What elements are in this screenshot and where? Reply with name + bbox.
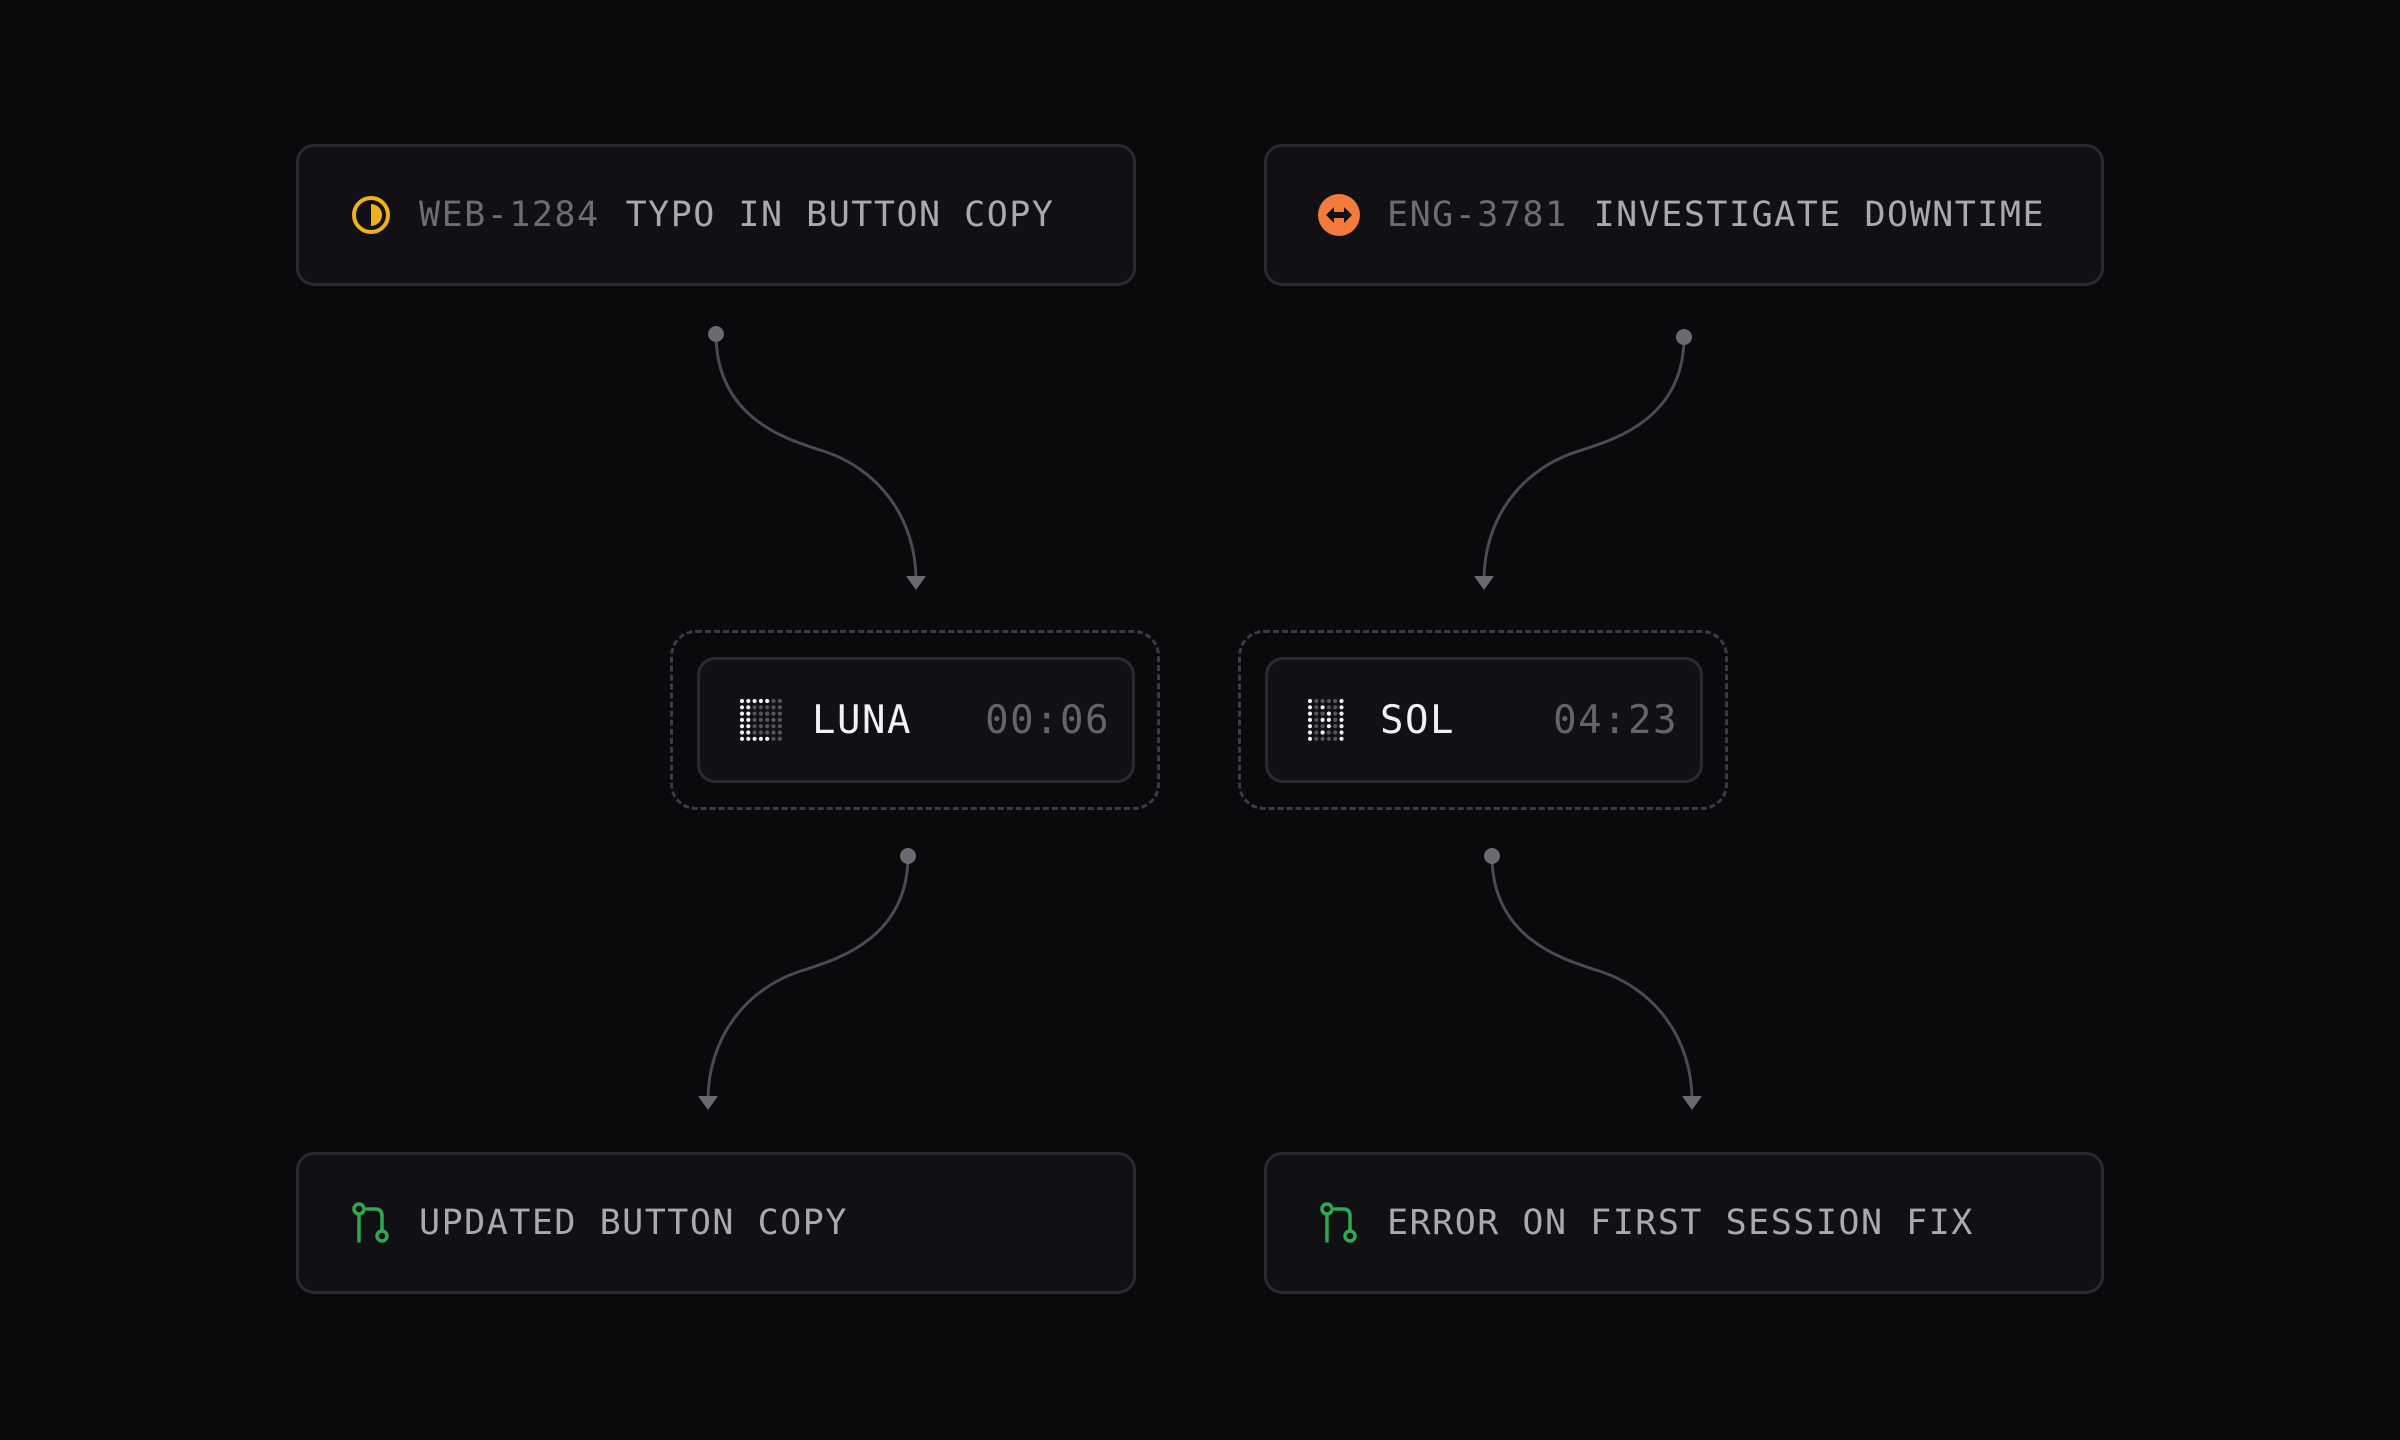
issue-card-eng-3781[interactable]: ENG-3781 INVESTIGATE DOWNTIME (1264, 144, 2104, 286)
issue-card-web-1284[interactable]: WEB-1284 TYPO IN BUTTON COPY (296, 144, 1136, 286)
agent-frame-sol: SOL 04:23 (1238, 630, 1728, 810)
agent-frame-luna: LUNA 00:06 (670, 630, 1160, 810)
pull-request-icon (1320, 1202, 1357, 1243)
agent-timer: 04:23 (1553, 697, 1678, 743)
connector-arrowhead (1474, 576, 1494, 590)
connector-start-dot (1676, 329, 1692, 345)
issue-code: WEB-1284 (419, 195, 600, 235)
dot-matrix-l-icon (739, 698, 782, 741)
connector-start-dot (1484, 848, 1500, 864)
pull-request-icon (352, 1202, 389, 1243)
connector-arrowhead (698, 1096, 718, 1110)
pull-request-card-1[interactable]: UPDATED BUTTON COPY (296, 1152, 1136, 1294)
agent-timer: 00:06 (985, 697, 1110, 743)
connector-luna-to-pr1 (706, 855, 910, 1101)
urgent-priority-icon (1318, 194, 1360, 236)
agent-card-luna[interactable]: LUNA 00:06 (697, 657, 1135, 783)
dot-matrix-s-icon (1307, 698, 1344, 741)
issue-title: INVESTIGATE DOWNTIME (1593, 195, 2046, 235)
pull-request-title: ERROR ON FIRST SESSION FIX (1387, 1203, 1974, 1243)
connector-issue2-to-sol (1482, 336, 1686, 581)
connector-start-dot (900, 848, 916, 864)
connector-start-dot (708, 326, 724, 342)
agent-name: SOL (1380, 697, 1455, 743)
connector-arrowhead (906, 576, 926, 590)
pull-request-title: UPDATED BUTTON COPY (419, 1203, 848, 1243)
issue-title: TYPO IN BUTTON COPY (625, 195, 1055, 235)
pull-request-card-2[interactable]: ERROR ON FIRST SESSION FIX (1264, 1152, 2104, 1294)
connector-issue1-to-luna (714, 333, 918, 581)
issue-code: ENG-3781 (1387, 195, 1568, 235)
agent-name: LUNA (812, 697, 912, 743)
connector-arrowhead (1682, 1096, 1702, 1110)
connector-sol-to-pr2 (1490, 855, 1694, 1101)
agent-card-sol[interactable]: SOL 04:23 (1265, 657, 1703, 783)
in-progress-circle-icon (352, 196, 390, 234)
